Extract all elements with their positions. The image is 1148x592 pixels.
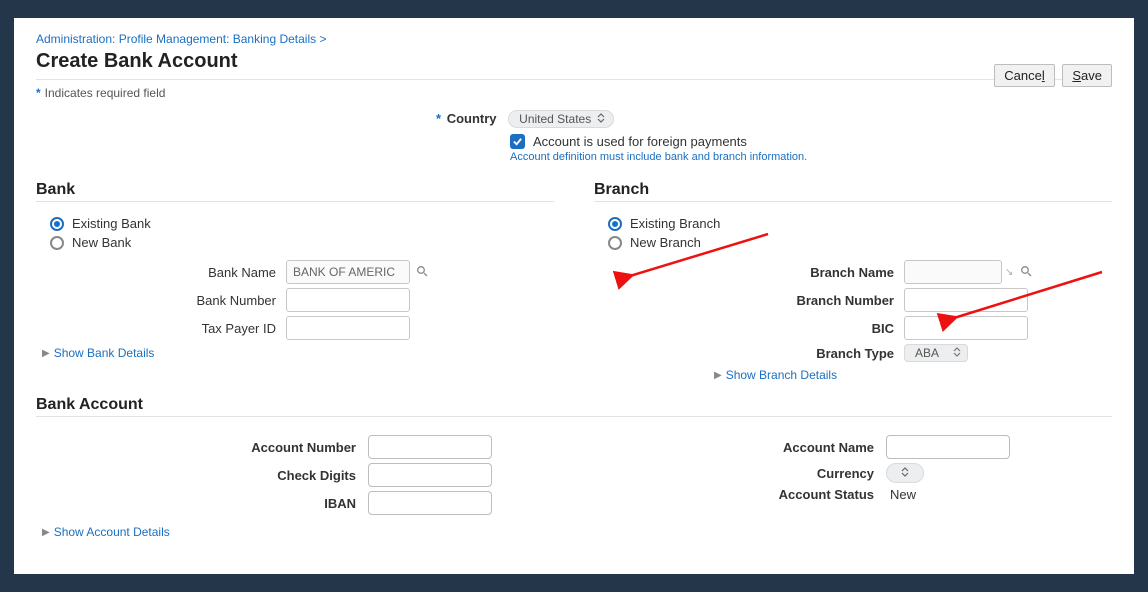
country-select[interactable]: United States <box>508 110 614 128</box>
branch-name-input[interactable] <box>904 260 1002 284</box>
new-bank-radio[interactable]: New Bank <box>50 235 554 250</box>
bic-label: BIC <box>594 321 904 336</box>
check-digits-input[interactable] <box>368 463 492 487</box>
bank-name-label: Bank Name <box>36 265 286 280</box>
account-status-label: Account Status <box>604 487 886 502</box>
bank-heading: Bank <box>36 181 554 199</box>
tax-payer-label: Tax Payer ID <box>36 321 286 336</box>
triangle-right-icon: ▶ <box>714 370 722 381</box>
radio-icon <box>608 236 622 250</box>
currency-select[interactable] <box>886 463 924 483</box>
save-button[interactable]: Save <box>1062 64 1112 87</box>
triangle-right-icon: ▶ <box>42 348 50 359</box>
branch-heading: Branch <box>594 181 1112 199</box>
currency-label: Currency <box>604 466 886 481</box>
divider <box>36 201 554 202</box>
chevron-updown-icon <box>953 347 961 360</box>
show-bank-details-link[interactable]: ▶ Show Bank Details <box>42 346 554 360</box>
account-status-value: New <box>886 487 916 502</box>
account-number-label: Account Number <box>36 440 368 455</box>
search-icon[interactable] <box>416 265 428 280</box>
divider <box>36 79 1112 80</box>
required-note: *Indicates required field <box>36 86 1112 100</box>
chevron-updown-icon <box>901 467 909 480</box>
required-star: * <box>436 111 441 126</box>
divider <box>594 201 1112 202</box>
bank-name-input[interactable] <box>286 260 410 284</box>
show-branch-details-link[interactable]: ▶ Show Branch Details <box>714 368 1112 382</box>
branch-number-input[interactable] <box>904 288 1028 312</box>
new-branch-radio[interactable]: New Branch <box>608 235 1112 250</box>
divider <box>36 416 1112 417</box>
existing-branch-radio[interactable]: Existing Branch <box>608 216 1112 231</box>
cancel-button[interactable]: Cancel <box>994 64 1054 87</box>
branch-number-label: Branch Number <box>594 293 904 308</box>
tax-payer-input[interactable] <box>286 316 410 340</box>
existing-bank-radio[interactable]: Existing Bank <box>50 216 554 231</box>
search-icon[interactable] <box>1020 265 1032 280</box>
bank-number-label: Bank Number <box>36 293 286 308</box>
chevron-updown-icon <box>597 113 605 126</box>
account-name-label: Account Name <box>604 440 886 455</box>
show-account-details-link[interactable]: ▶ Show Account Details <box>42 525 1112 539</box>
branch-type-label: Branch Type <box>594 346 904 361</box>
bic-input[interactable] <box>904 316 1028 340</box>
branch-type-select[interactable]: ABA <box>904 344 968 362</box>
account-name-input[interactable] <box>886 435 1010 459</box>
triangle-right-icon: ▶ <box>42 527 50 538</box>
check-digits-label: Check Digits <box>36 468 368 483</box>
iban-label: IBAN <box>36 496 368 511</box>
foreign-payments-label: Account is used for foreign payments <box>533 134 747 149</box>
radio-icon <box>50 217 64 231</box>
foreign-payments-checkbox[interactable] <box>510 134 525 149</box>
branch-name-label: Branch Name <box>594 265 904 280</box>
bank-number-input[interactable] <box>286 288 410 312</box>
foreign-payments-hint: Account definition must include bank and… <box>510 151 1112 163</box>
bank-account-heading: Bank Account <box>36 396 1112 414</box>
page-title: Create Bank Account <box>36 50 1112 73</box>
radio-icon <box>50 236 64 250</box>
expand-icon[interactable]: ↘ <box>1005 267 1013 278</box>
breadcrumb[interactable]: Administration: Profile Management: Bank… <box>36 32 1112 46</box>
account-number-input[interactable] <box>368 435 492 459</box>
iban-input[interactable] <box>368 491 492 515</box>
country-label: Country <box>447 111 497 126</box>
radio-icon <box>608 217 622 231</box>
